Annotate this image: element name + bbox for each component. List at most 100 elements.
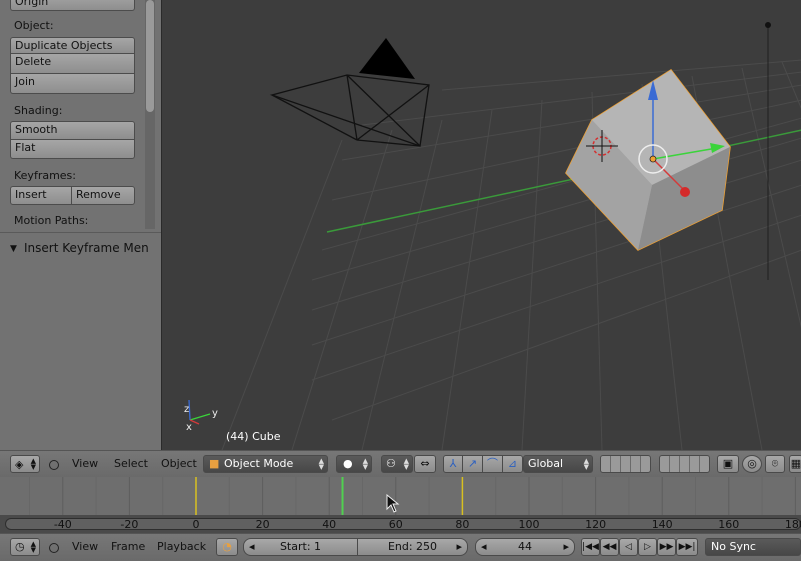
proportional-editing-button[interactable]: ◎ bbox=[742, 455, 762, 473]
timeline-track-area[interactable] bbox=[0, 477, 801, 515]
timeline-frame-menu[interactable]: Frame bbox=[111, 540, 145, 553]
collapse-menus-icon[interactable] bbox=[49, 460, 59, 470]
jump-to-keyframe-forward-button[interactable]: ▶▶ bbox=[657, 538, 676, 556]
frame-tick-label: 180 bbox=[784, 518, 801, 531]
gizmo-y-label: y bbox=[212, 408, 218, 419]
current-frame-value: 44 bbox=[518, 540, 532, 553]
snap-element-button[interactable]: ▦ bbox=[789, 455, 801, 473]
insert-keyframe-button[interactable]: Insert bbox=[10, 186, 72, 205]
layers-block-2[interactable] bbox=[659, 455, 710, 473]
flat-button[interactable]: Flat bbox=[10, 140, 135, 159]
jump-to-start-button[interactable]: |◀◀ bbox=[581, 538, 600, 556]
end-frame-label: End: 250 bbox=[387, 540, 438, 553]
transform-manipulator-toggle[interactable]: ⅄ bbox=[443, 455, 463, 473]
frame-tick-label: 100 bbox=[518, 518, 540, 531]
3d-view-header: ◈ ▲ ▼ View Select Object ■ Object Mode ▲ ▼… bbox=[0, 450, 801, 477]
frame-tick-label: 120 bbox=[585, 518, 607, 531]
object-menu[interactable]: Object bbox=[161, 457, 197, 470]
timeline-header: ◷ ▲ ▼ View Frame Playback ◔ ◂ Start: 1 En… bbox=[0, 533, 801, 561]
sync-mode-selector[interactable]: No Sync bbox=[705, 538, 801, 556]
snap-element-icon: ▦ bbox=[790, 457, 801, 470]
transform-orientation-selector[interactable]: Global ▲ ▼ bbox=[523, 455, 593, 473]
frame-tick-label: 20 bbox=[255, 518, 270, 531]
timeline-ruler[interactable]: -40 -20 0 20 40 60 80 100 120 140 160 180 bbox=[0, 515, 801, 535]
camera-object[interactable] bbox=[269, 74, 430, 147]
origin-button[interactable]: Origin bbox=[10, 0, 135, 11]
tool-shelf-scroll-thumb[interactable] bbox=[146, 0, 154, 112]
jump-start-icon: |◀◀ bbox=[582, 542, 599, 552]
snap-toggle-button[interactable]: ⌾ bbox=[765, 455, 785, 473]
frame-tick-label: 0 bbox=[192, 518, 200, 531]
start-frame-label: Start: 1 bbox=[279, 540, 322, 553]
pivot-point-icon: ⚇ bbox=[386, 457, 396, 470]
timeline-playback-menu[interactable]: Playback bbox=[157, 540, 206, 553]
jump-to-keyframe-back-button[interactable]: ◀◀ bbox=[600, 538, 619, 556]
frame-tick-label: 140 bbox=[651, 518, 673, 531]
pivot-point-selector[interactable]: ⚇ ▲ ▼ bbox=[381, 455, 413, 473]
delete-button[interactable]: Delete bbox=[10, 54, 135, 74]
chevron-updown-icon: ▲ ▼ bbox=[30, 540, 36, 554]
frame-tick-label: 160 bbox=[718, 518, 740, 531]
collapse-triangle-icon[interactable]: ▼ bbox=[10, 244, 17, 254]
magnet-icon: ⌾ bbox=[771, 457, 779, 470]
translate-manipulator-button[interactable]: ↗ bbox=[463, 455, 483, 473]
mode-selector[interactable]: ■ Object Mode ▲ ▼ bbox=[203, 455, 328, 473]
chevron-updown-icon: ▲ ▼ bbox=[403, 457, 409, 471]
frame-tick-label: 60 bbox=[388, 518, 403, 531]
play-button[interactable]: ▷ bbox=[638, 538, 657, 556]
remove-keyframe-button[interactable]: Remove bbox=[72, 186, 135, 205]
center-points-icon: ⇔ bbox=[420, 457, 430, 470]
layers-lock-icon: ▣ bbox=[722, 457, 734, 470]
viewport-shading-selector[interactable]: ● ▲ ▼ bbox=[336, 455, 372, 473]
tool-shelf-scroll-area: Origin Object: Duplicate Objects Delete … bbox=[0, 0, 161, 233]
increment-arrow-icon: ▸ bbox=[456, 540, 462, 553]
scale-icon: ⊿ bbox=[507, 457, 518, 470]
next-keyframe-icon: ▶▶ bbox=[659, 542, 674, 552]
frame-tick-label: 40 bbox=[322, 518, 337, 531]
duplicate-objects-button[interactable]: Duplicate Objects bbox=[10, 37, 135, 54]
x-axis-line bbox=[326, 129, 801, 233]
increment-arrow-icon: ▸ bbox=[563, 540, 569, 553]
clock-icon: ◷ bbox=[15, 540, 25, 553]
chevron-updown-icon: ▲ ▼ bbox=[30, 457, 36, 471]
timeline-editor[interactable]: -40 -20 0 20 40 60 80 100 120 140 160 180 bbox=[0, 477, 801, 535]
view-menu[interactable]: View bbox=[72, 457, 98, 470]
manipulate-center-points-button[interactable]: ⇔ bbox=[414, 455, 436, 473]
play-icon: ▷ bbox=[644, 542, 651, 552]
lamp-dot bbox=[765, 22, 771, 28]
current-frame-field[interactable]: ◂ 44 ▸ bbox=[475, 538, 575, 556]
x-manipulator-handle[interactable] bbox=[680, 187, 690, 197]
start-frame-field[interactable]: ◂ Start: 1 bbox=[243, 538, 358, 556]
object-info-text: (44) Cube bbox=[226, 430, 281, 443]
frame-tick-label: 80 bbox=[455, 518, 470, 531]
end-frame-field[interactable]: End: 250 ▸ bbox=[358, 538, 468, 556]
shading-section-label: Shading: bbox=[14, 104, 63, 117]
rotate-arc-icon: ⌒ bbox=[487, 457, 498, 470]
frame-tick-label: -20 bbox=[120, 518, 139, 531]
play-reverse-button[interactable]: ◁ bbox=[619, 538, 638, 556]
operator-panel-title: Insert Keyframe Men bbox=[24, 241, 149, 255]
motion-paths-section-label: Motion Paths: bbox=[14, 214, 89, 227]
layers-block-1[interactable] bbox=[600, 455, 651, 473]
collapse-menus-icon[interactable] bbox=[49, 543, 59, 553]
timeline-view-menu[interactable]: View bbox=[72, 540, 98, 553]
3d-viewport[interactable]: y z x (44) Cube bbox=[161, 0, 801, 450]
lock-camera-layers-button[interactable]: ▣ bbox=[717, 455, 739, 473]
jump-to-end-button[interactable]: ▶▶| bbox=[676, 538, 698, 556]
smooth-button[interactable]: Smooth bbox=[10, 121, 135, 140]
mouse-pointer-icon bbox=[386, 494, 400, 513]
editor-type-button[interactable]: ◈ ▲ ▼ bbox=[10, 455, 40, 473]
timeline-editor-type-button[interactable]: ◷ ▲ ▼ bbox=[10, 538, 40, 556]
object-mode-icon: ■ bbox=[209, 457, 220, 470]
decrement-arrow-icon: ◂ bbox=[249, 540, 255, 553]
object-origin-dot bbox=[649, 155, 657, 163]
jump-end-icon: ▶▶| bbox=[678, 542, 696, 552]
select-menu[interactable]: Select bbox=[114, 457, 148, 470]
rotate-manipulator-button[interactable]: ⌒ bbox=[483, 455, 503, 473]
use-preview-range-button[interactable]: ◔ bbox=[216, 538, 238, 556]
decrement-arrow-icon: ◂ bbox=[481, 540, 487, 553]
scale-manipulator-button[interactable]: ⊿ bbox=[503, 455, 523, 473]
join-button[interactable]: Join bbox=[10, 74, 135, 94]
preview-range-icon: ◔ bbox=[222, 540, 232, 553]
chevron-updown-icon: ▲ ▼ bbox=[318, 457, 324, 471]
